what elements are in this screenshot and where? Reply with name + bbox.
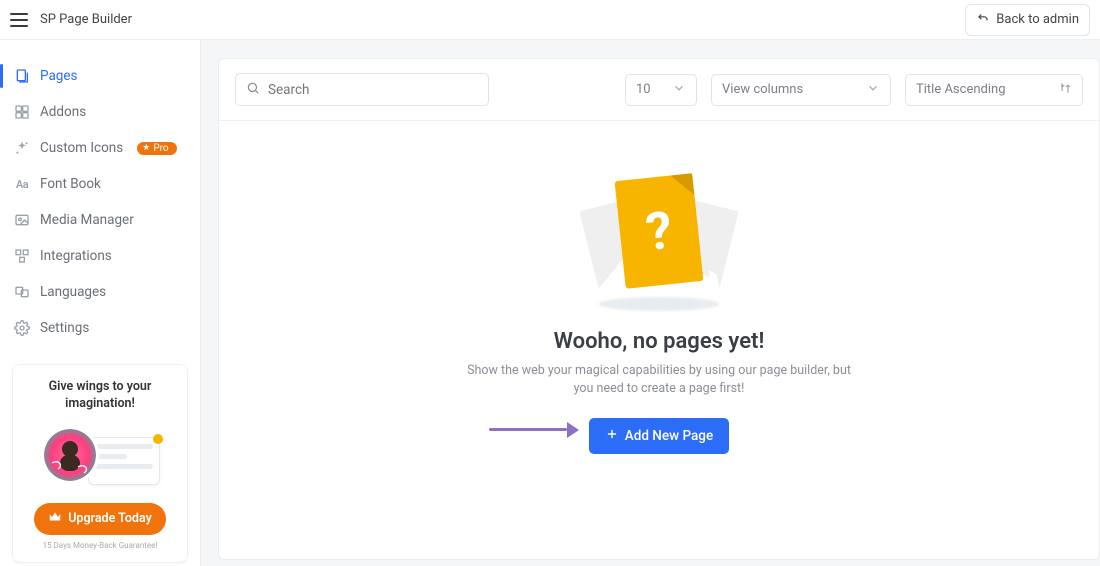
empty-text: Show the web your magical capabilities b… xyxy=(459,362,859,398)
per-page-select[interactable]: 10 xyxy=(625,74,697,106)
sidebar-item-pages[interactable]: Pages xyxy=(0,58,200,94)
sidebar-item-label: Addons xyxy=(40,104,86,120)
content: 10 View columns Title Ascending xyxy=(200,40,1100,566)
star-icon: ★ xyxy=(142,143,150,153)
chevron-down-icon xyxy=(866,81,880,99)
add-new-page-button[interactable]: Add New Page xyxy=(589,418,729,454)
sidebar-item-label: Custom Icons xyxy=(40,140,123,156)
promo-card: Give wings to your imagination! xyxy=(12,364,188,563)
menu-toggle-icon[interactable] xyxy=(10,13,28,27)
pages-icon xyxy=(14,68,30,84)
view-columns-select[interactable]: View columns xyxy=(711,74,891,106)
sidebar: Pages Addons Custom Icons ★Pro Aa Font B… xyxy=(0,40,200,566)
annotation-arrow xyxy=(489,423,579,437)
search-icon xyxy=(246,80,260,99)
empty-heading: Wooho, no pages yet! xyxy=(554,329,765,354)
promo-illustration xyxy=(40,423,160,493)
empty-illustration: ? xyxy=(574,167,744,317)
sort-select[interactable]: Title Ascending xyxy=(905,74,1083,106)
media-icon xyxy=(14,212,30,228)
empty-state: ? Wooho, no pages yet! Show the web your… xyxy=(219,121,1099,559)
sidebar-nav: Pages Addons Custom Icons ★Pro Aa Font B… xyxy=(0,40,200,346)
languages-icon xyxy=(14,284,30,300)
question-mark-icon: ? xyxy=(643,199,675,262)
sort-label: Title Ascending xyxy=(916,82,1006,97)
promo-footnote: 15 Days Money-Back Guarantee! xyxy=(23,541,177,550)
upgrade-label: Upgrade Today xyxy=(68,511,152,526)
gear-icon xyxy=(14,320,30,336)
search-input[interactable] xyxy=(268,82,478,98)
add-new-page-label: Add New Page xyxy=(625,428,713,444)
crown-icon xyxy=(48,510,62,528)
sidebar-item-media-manager[interactable]: Media Manager xyxy=(0,202,200,238)
sidebar-item-label: Settings xyxy=(40,320,89,336)
promo-title: Give wings to your imagination! xyxy=(23,379,177,413)
upgrade-button[interactable]: Upgrade Today xyxy=(34,503,166,535)
sidebar-item-label: Languages xyxy=(40,284,106,300)
back-to-admin-label: Back to admin xyxy=(996,12,1079,27)
chevron-down-icon xyxy=(672,81,686,99)
addons-icon xyxy=(14,104,30,120)
search-input-wrapper[interactable] xyxy=(235,73,489,106)
panel: 10 View columns Title Ascending xyxy=(218,58,1100,560)
undo-icon xyxy=(976,11,990,29)
sidebar-item-label: Font Book xyxy=(40,176,101,192)
app-title: SP Page Builder xyxy=(40,12,132,27)
per-page-value: 10 xyxy=(636,82,651,97)
topbar: SP Page Builder Back to admin xyxy=(0,0,1100,40)
sidebar-item-label: Pages xyxy=(40,68,78,84)
sidebar-item-custom-icons[interactable]: Custom Icons ★Pro xyxy=(0,130,200,166)
layout: Pages Addons Custom Icons ★Pro Aa Font B… xyxy=(0,40,1100,566)
integrations-icon xyxy=(14,248,30,264)
sidebar-item-languages[interactable]: Languages xyxy=(0,274,200,310)
sidebar-item-integrations[interactable]: Integrations xyxy=(0,238,200,274)
plus-icon xyxy=(605,427,619,445)
pro-badge: ★Pro xyxy=(137,142,176,155)
toolbar: 10 View columns Title Ascending xyxy=(219,59,1099,121)
sidebar-item-font-book[interactable]: Aa Font Book xyxy=(0,166,200,202)
sort-arrows-icon xyxy=(1058,81,1072,99)
back-to-admin-button[interactable]: Back to admin xyxy=(965,4,1090,36)
sidebar-item-addons[interactable]: Addons xyxy=(0,94,200,130)
sidebar-item-settings[interactable]: Settings xyxy=(0,310,200,346)
sidebar-item-label: Integrations xyxy=(40,248,112,264)
sparkle-icon xyxy=(14,140,30,156)
font-icon: Aa xyxy=(14,176,30,192)
topbar-left: SP Page Builder xyxy=(10,12,132,27)
view-columns-label: View columns xyxy=(722,82,803,97)
sidebar-item-label: Media Manager xyxy=(40,212,134,228)
